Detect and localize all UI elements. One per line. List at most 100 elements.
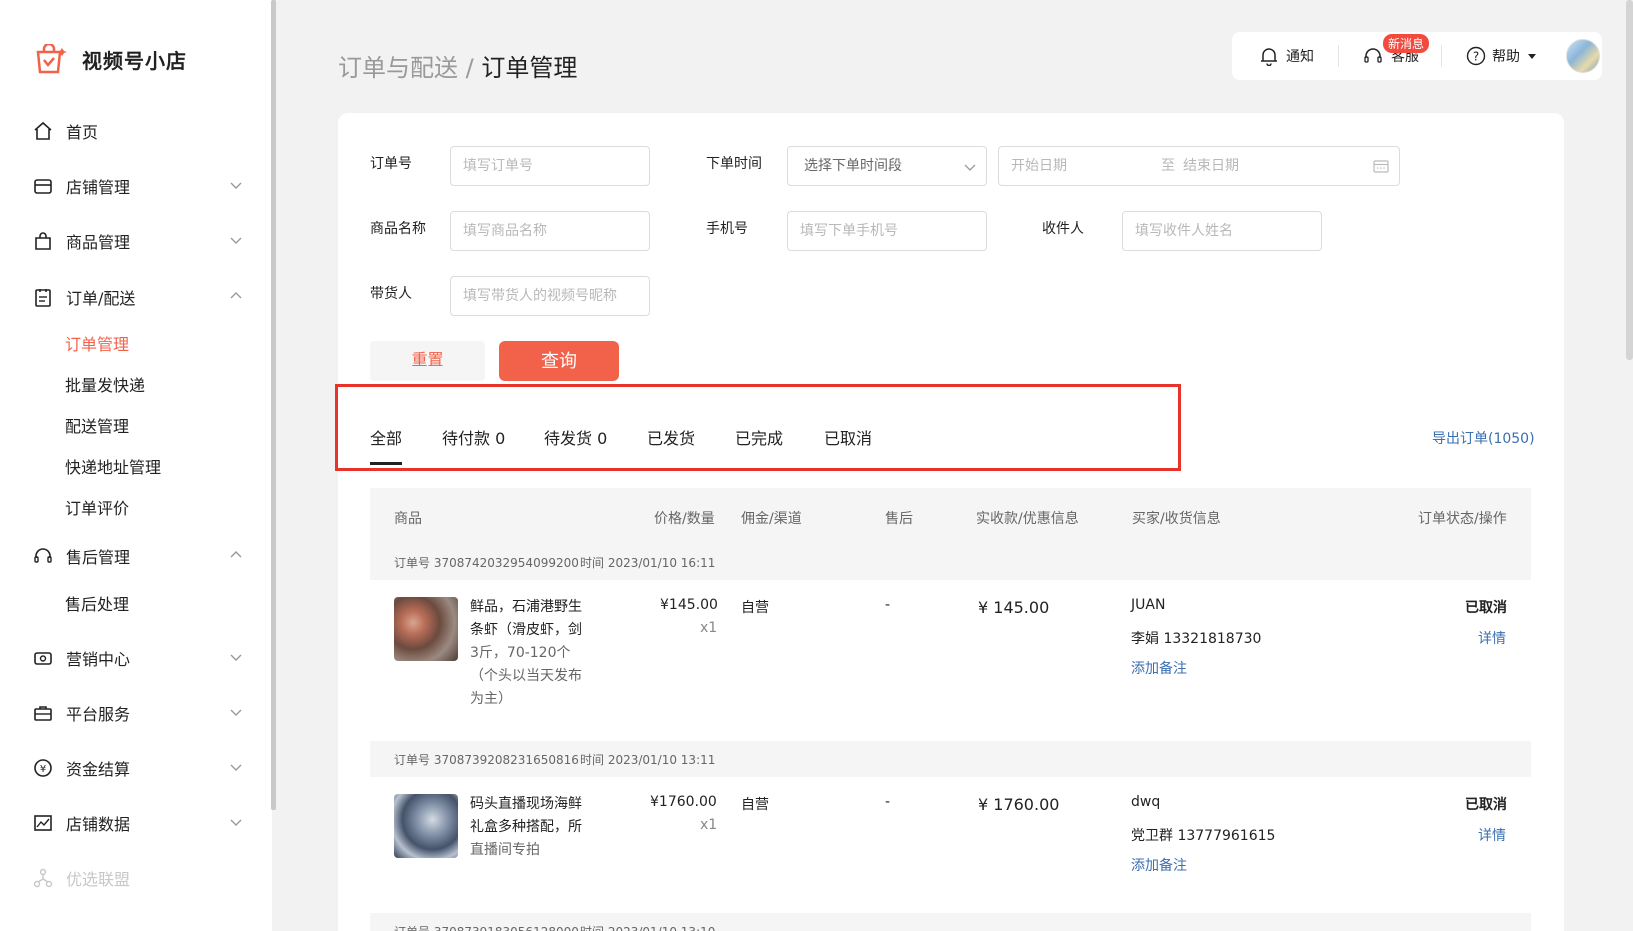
sidebar-item-label: 首页 [66,123,99,142]
product-name[interactable]: 鲜品，石浦港野生 条虾（滑皮虾，剑 3斤，70-120个 （个头以当天发布 为主… [470,596,590,711]
breadcrumb-parent[interactable]: 订单与配送 [338,54,458,82]
column-header: 实收款/优惠信息 [976,511,1079,527]
tab-shipped[interactable]: 已发货 [647,425,695,449]
phone-input[interactable]: 填写下单手机号 [787,211,987,251]
column-header: 价格/数量 [654,511,715,527]
export-orders-link[interactable]: 导出订单(1050) [1432,428,1535,448]
chevron-up-icon [230,292,242,299]
order-time: 时间 2023/01/10 13:11 [580,753,716,767]
order-status: 已取消 [1465,600,1507,616]
sidebar-item-label: 资金结算 [66,760,131,779]
receiver-label: 收件人 [1042,221,1084,237]
chart-icon [32,812,54,834]
add-note-link[interactable]: 添加备注 [1131,658,1187,678]
receiver-info: 党卫群 13777961615 [1131,828,1276,844]
app-logo[interactable]: 视频号小店 [34,44,187,74]
svg-text:?: ? [1473,50,1479,64]
date-range-picker[interactable]: 开始日期 至 结束日期 [998,146,1400,186]
notify-button[interactable]: 通知 [1260,46,1314,66]
sidebar-item-aftersale[interactable]: 售后管理 [32,541,242,571]
query-button[interactable]: 查询 [499,341,619,381]
divider [1441,45,1442,67]
chevron-down-icon [230,654,242,661]
clipboard-icon [32,286,54,308]
sidebar-subitem-aftersale-handling[interactable]: 售后处理 [65,592,129,618]
sidebar-item-platform[interactable]: 平台服务 [32,698,242,728]
sidebar-subitem-order-management[interactable]: 订单管理 [65,332,129,358]
tab-cancelled[interactable]: 已取消 [824,425,872,449]
tab-completed[interactable]: 已完成 [735,425,783,449]
product-thumbnail[interactable] [394,794,458,858]
bell-icon [1261,48,1277,66]
order-no-label: 订单号 [370,156,412,172]
end-date-input[interactable]: 结束日期 [1183,147,1239,185]
product-name-input[interactable]: 填写商品名称 [450,211,650,251]
product-thumbnail[interactable] [394,597,458,661]
sidebar-item-products[interactable]: 商品管理 [32,226,242,256]
sidebar-item-data[interactable]: 店铺数据 [32,808,242,838]
tab-all[interactable]: 全部 [370,425,402,449]
channel: 自营 [741,600,769,616]
price: ¥1760.00 [650,794,717,810]
order-number: 订单号 3708739208231650816 [394,753,579,767]
reset-button[interactable]: 重置 [370,341,485,381]
avatar[interactable] [1566,39,1600,73]
product-name-line: 条虾（滑皮虾，剑 [470,622,582,638]
order-header: 订单号 3708742032954099200 时间 2023/01/10 16… [370,544,1531,580]
sidebar-item-home[interactable]: 首页 [32,116,242,146]
yuan-icon: ¥ [32,757,54,779]
column-header: 佣金/渠道 [741,511,802,527]
sidebar-item-finance[interactable]: ¥ 资金结算 [32,753,242,783]
shop-bag-icon [36,44,67,74]
receiver-input[interactable]: 填写收件人姓名 [1122,211,1322,251]
chevron-down-icon [230,709,242,716]
order-detail-link[interactable]: 详情 [1478,825,1506,845]
customer-service-button[interactable]: 客服 新消息 [1363,34,1430,66]
order-time-select[interactable]: 选择下单时间段 [787,146,987,186]
sidebar-subitem-batch-ship[interactable]: 批量发快递 [65,373,145,399]
sidebar-subitem-delivery[interactable]: 配送管理 [65,414,129,440]
product-name-line: 鲜品，石浦港野生 [470,599,582,615]
new-message-badge: 新消息 [1383,34,1430,53]
headset-icon [1364,48,1382,63]
top-toolbar: 通知 客服 新消息 ? 帮助 [1232,32,1602,80]
sidebar-item-alliance[interactable]: 优选联盟 [32,863,242,893]
home-icon [32,120,54,142]
chevron-down-icon [230,182,242,189]
order-no-input[interactable]: 填写订单号 [450,146,650,186]
sidebar-item-label: 营销中心 [66,650,131,669]
receiver-info: 李娟 13321818730 [1131,631,1262,647]
sidebar-scrollbar[interactable] [271,0,276,810]
product-name-line: 码头直播现场海鲜 [470,796,582,812]
store-icon [32,175,54,197]
sidebar-item-label: 店铺数据 [66,815,131,834]
sidebar-item-marketing[interactable]: 营销中心 [32,643,242,673]
sidebar-item-orders[interactable]: 订单/配送 [32,282,242,312]
order-detail-link[interactable]: 详情 [1478,628,1506,648]
sidebar-item-store[interactable]: 店铺管理 [32,171,242,201]
caret-down-icon [1528,54,1536,59]
product-name[interactable]: 码头直播现场海鲜 礼盒多种搭配，所 直播间专拍 [470,793,590,862]
help-icon: ? [1466,46,1486,66]
product-spec-line: 3斤，70-120个 [470,645,571,661]
sidebar-item-label: 店铺管理 [66,178,131,197]
promoter-input[interactable]: 填写带货人的视频号昵称 [450,276,650,316]
channel: 自营 [741,797,769,813]
start-date-input[interactable]: 开始日期 [1011,158,1067,174]
sidebar-subitem-reviews[interactable]: 订单评价 [65,496,129,522]
order-time: 时间 2023/01/10 13:10 [580,923,715,931]
divider [1338,45,1339,67]
tab-pending-payment[interactable]: 待付款 0 [442,425,505,449]
help-menu[interactable]: ? 帮助 [1466,46,1538,66]
table-header: 商品 价格/数量 佣金/渠道 售后 实收款/优惠信息 买家/收货信息 订单状态/… [370,488,1531,544]
chevron-down-icon [230,819,242,826]
page-scrollbar[interactable] [1626,0,1633,360]
sidebar-subitem-address[interactable]: 快递地址管理 [65,455,161,481]
add-note-link[interactable]: 添加备注 [1131,855,1187,875]
order-time-select-value: 选择下单时间段 [804,158,902,174]
chevron-down-icon [964,164,976,171]
order-status: 已取消 [1465,797,1507,813]
tab-pending-shipment[interactable]: 待发货 0 [544,425,607,449]
paid-amount: ¥ 1760.00 [978,795,1060,814]
column-header: 买家/收货信息 [1132,511,1221,527]
